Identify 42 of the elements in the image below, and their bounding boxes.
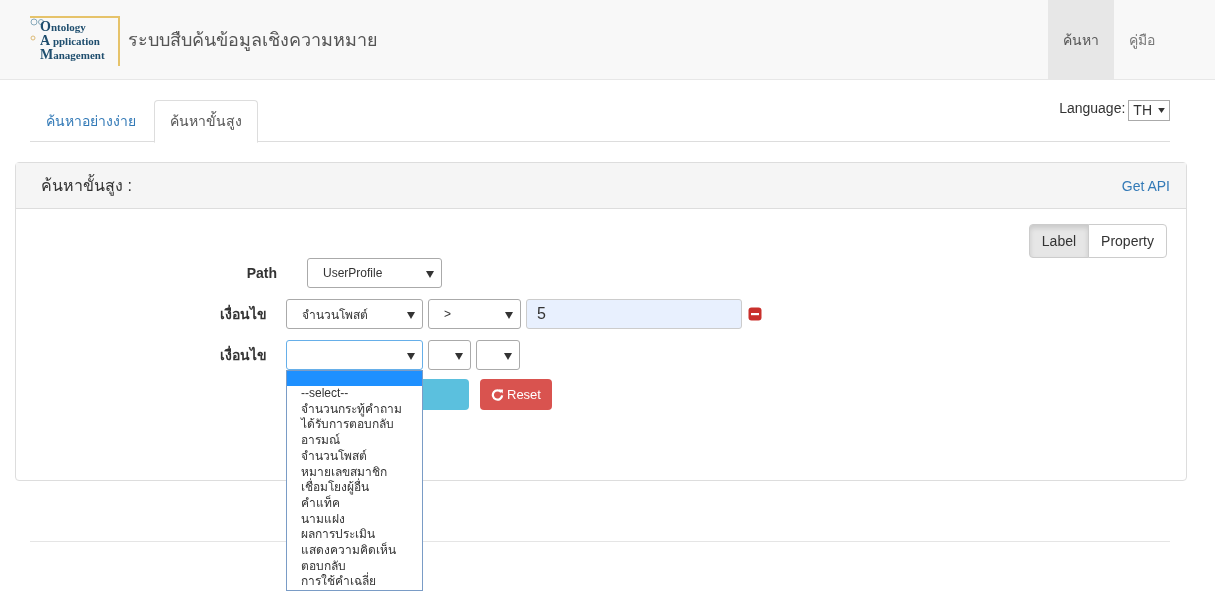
dropdown-option[interactable]: การใช้คำเฉลี่ย [287,574,422,591]
value-field[interactable]: 5 [526,299,742,329]
field-select[interactable]: จำนวนโพสต์ [286,299,423,329]
dropdown-option[interactable]: --select-- [287,386,422,402]
path-select[interactable]: UserProfile [307,258,442,288]
caret-icon [407,353,415,360]
language-select[interactable]: TH [1128,100,1170,121]
get-api-link[interactable]: Get API [1121,177,1170,194]
dropdown-option[interactable]: คำแท็ค [287,495,422,512]
remove-icon[interactable] [748,307,762,321]
operator-select[interactable]: > [428,299,521,329]
condition-label: เงื่อนไข [219,303,268,324]
dropdown-option[interactable]: อารมณ์ [287,433,422,449]
value-select[interactable] [476,340,520,370]
nav-link[interactable]: คู่มือ [1114,0,1170,79]
reset-button[interactable]: Reset [480,379,552,410]
caret-icon [1158,108,1165,113]
refresh-icon [491,388,504,401]
caret-icon [455,353,463,360]
dropdown-option[interactable]: เชื่อมโยงผู้อื่น [287,480,422,496]
dropdown-option[interactable]: ได้รับการตอบกลับ [287,417,422,434]
dropdown-option[interactable]: จำนวนกระทู้คำถาม [287,401,422,418]
caret-icon [407,312,415,319]
condition-label: เงื่อนไข [219,344,268,365]
dropdown-option[interactable]: จำนวนโพสต์ [287,448,422,465]
dropdown-option[interactable]: นามแฝง [287,511,422,528]
caret-icon [504,353,512,360]
nav-link[interactable]: ค้นหา [1048,0,1114,79]
language-label: Language: [1059,100,1126,116]
mode-toggle-button[interactable]: Label [1028,224,1090,258]
field-select[interactable] [286,340,423,370]
logo-drawing: Ontology A pplication Management [30,15,120,66]
caret-icon [426,271,434,278]
mode-toggle-button[interactable]: Property [1088,224,1167,258]
caret-icon [505,312,513,319]
site-title: ระบบสืบค้นข้อมูลเชิงความหมาย [128,29,378,53]
panel-title: ค้นหาขั้นสูง : [41,173,132,198]
search-tab[interactable]: ค้นหาอย่างง่าย [30,100,152,143]
path-label: Path [245,265,278,281]
dropdown-option[interactable]: แสดงความคิดเห็น [287,543,422,559]
search-tab[interactable]: ค้นหาขั้นสูง [154,100,258,143]
operator-select[interactable] [428,340,471,370]
